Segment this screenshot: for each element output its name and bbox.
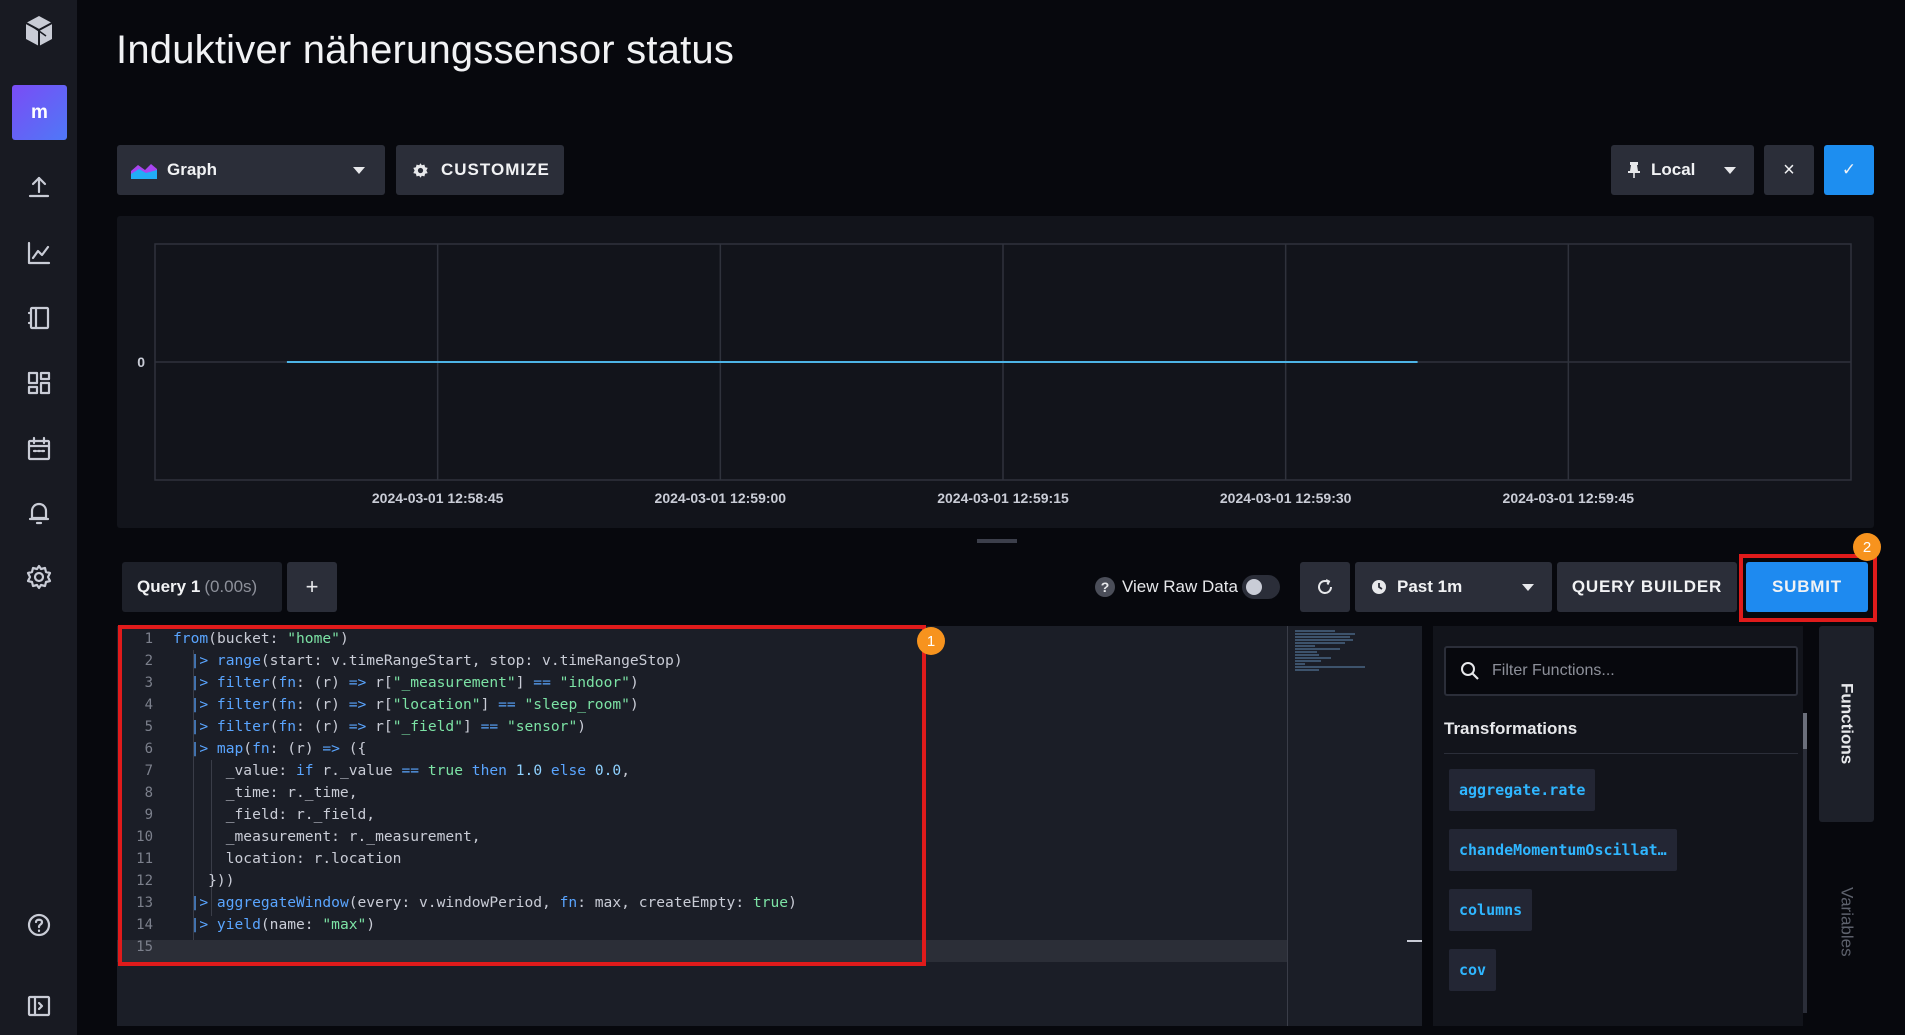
graph-type-label: Graph <box>167 160 218 179</box>
close-button[interactable]: × <box>1764 145 1814 195</box>
chevron-down-icon <box>1522 584 1534 591</box>
line-chart: 2024-03-01 12:58:45 2024-03-01 12:59:00 20… <box>137 243 1852 506</box>
editor-scrollbar[interactable] <box>1407 940 1422 942</box>
editor-minimap[interactable] <box>1295 630 1375 676</box>
help-icon[interactable]: ? <box>1095 577 1115 597</box>
bell-icon[interactable] <box>26 500 52 526</box>
sidebar: m <box>0 0 77 1035</box>
clock-icon <box>1372 580 1386 594</box>
graph-panel: 2024-03-01 12:58:45 2024-03-01 12:59:00 20… <box>117 216 1874 528</box>
tab-functions[interactable]: Functions <box>1819 626 1874 822</box>
view-raw-data-toggle[interactable] <box>1242 575 1280 599</box>
function-item[interactable]: chandeMomentumOscillat… <box>1449 829 1677 871</box>
x-tick-label: 2024-03-01 12:59:45 <box>1503 490 1635 506</box>
dashboard-icon[interactable] <box>26 370 52 396</box>
annotation-badge-1: 1 <box>917 627 945 655</box>
annotation-badge-2: 2 <box>1853 533 1881 561</box>
refresh-button[interactable] <box>1300 562 1350 612</box>
influx-logo-icon[interactable] <box>22 14 56 48</box>
upload-icon[interactable] <box>26 174 52 200</box>
x-tick-label: 2024-03-01 12:59:00 <box>655 490 787 506</box>
view-raw-data-label: View Raw Data <box>1122 577 1238 596</box>
chart-line-icon[interactable] <box>26 240 52 266</box>
timezone-dropdown[interactable]: Local <box>1611 145 1754 195</box>
query-tab-time: (0.00s) <box>204 577 258 596</box>
query-tab-label: Query 1 <box>137 577 201 596</box>
toggle-knob <box>1246 579 1262 595</box>
time-range-label: Past 1m <box>1397 577 1463 596</box>
customize-button[interactable]: CUSTOMIZE <box>396 145 564 195</box>
tab-variables-label: Variables <box>1837 887 1857 957</box>
x-tick-label: 2024-03-01 12:58:45 <box>372 490 504 506</box>
submit-highlight-box <box>1739 554 1877 622</box>
section-divider <box>1444 753 1798 754</box>
notebook-icon[interactable] <box>26 305 52 331</box>
gear-icon <box>413 162 428 178</box>
function-item[interactable]: aggregate.rate <box>1449 769 1596 811</box>
calendar-icon[interactable] <box>26 436 52 462</box>
y-tick-label: 0 <box>137 354 145 370</box>
app-root: m Induktiver näherungssensor status Grap… <box>0 0 1905 1035</box>
editor-highlight-box <box>118 625 926 966</box>
transformations-heading: Transformations <box>1444 719 1578 738</box>
function-item[interactable]: cov <box>1449 949 1497 991</box>
chevron-down-icon <box>353 167 365 174</box>
refresh-icon <box>1318 579 1332 594</box>
resize-handle[interactable] <box>977 539 1017 543</box>
graph-type-dropdown[interactable]: Graph <box>117 145 385 195</box>
query-builder-button[interactable]: QUERY BUILDER <box>1557 562 1737 612</box>
functions-scrollbar[interactable] <box>1803 713 1807 1013</box>
graph-type-icon <box>131 164 157 179</box>
x-tick-label: 2024-03-01 12:59:15 <box>937 490 1069 506</box>
org-avatar[interactable]: m <box>12 85 67 140</box>
search-icon <box>1461 662 1479 680</box>
customize-label: CUSTOMIZE <box>441 160 550 179</box>
help-icon[interactable] <box>26 912 52 938</box>
pin-icon <box>1628 162 1640 178</box>
add-query-button[interactable]: + <box>287 562 337 612</box>
x-tick-label: 2024-03-01 12:59:30 <box>1220 490 1352 506</box>
collapse-icon[interactable] <box>26 993 52 1019</box>
scroll-thumb[interactable] <box>1803 713 1807 749</box>
tab-query-1[interactable]: Query 1 (0.00s) <box>122 562 282 612</box>
gear-icon[interactable] <box>26 564 52 590</box>
confirm-button[interactable]: ✓ <box>1824 145 1874 195</box>
tab-variables[interactable]: Variables <box>1819 822 1874 1022</box>
tab-functions-label: Functions <box>1837 683 1857 765</box>
minimap-separator <box>1287 626 1288 1026</box>
timezone-label: Local <box>1651 160 1696 179</box>
function-item[interactable]: columns <box>1449 889 1533 931</box>
chevron-down-icon <box>1724 167 1736 174</box>
time-range-dropdown[interactable]: Past 1m <box>1355 562 1552 612</box>
filter-functions-input[interactable] <box>1444 646 1798 696</box>
page-title[interactable]: Induktiver näherungssensor status <box>116 28 734 73</box>
